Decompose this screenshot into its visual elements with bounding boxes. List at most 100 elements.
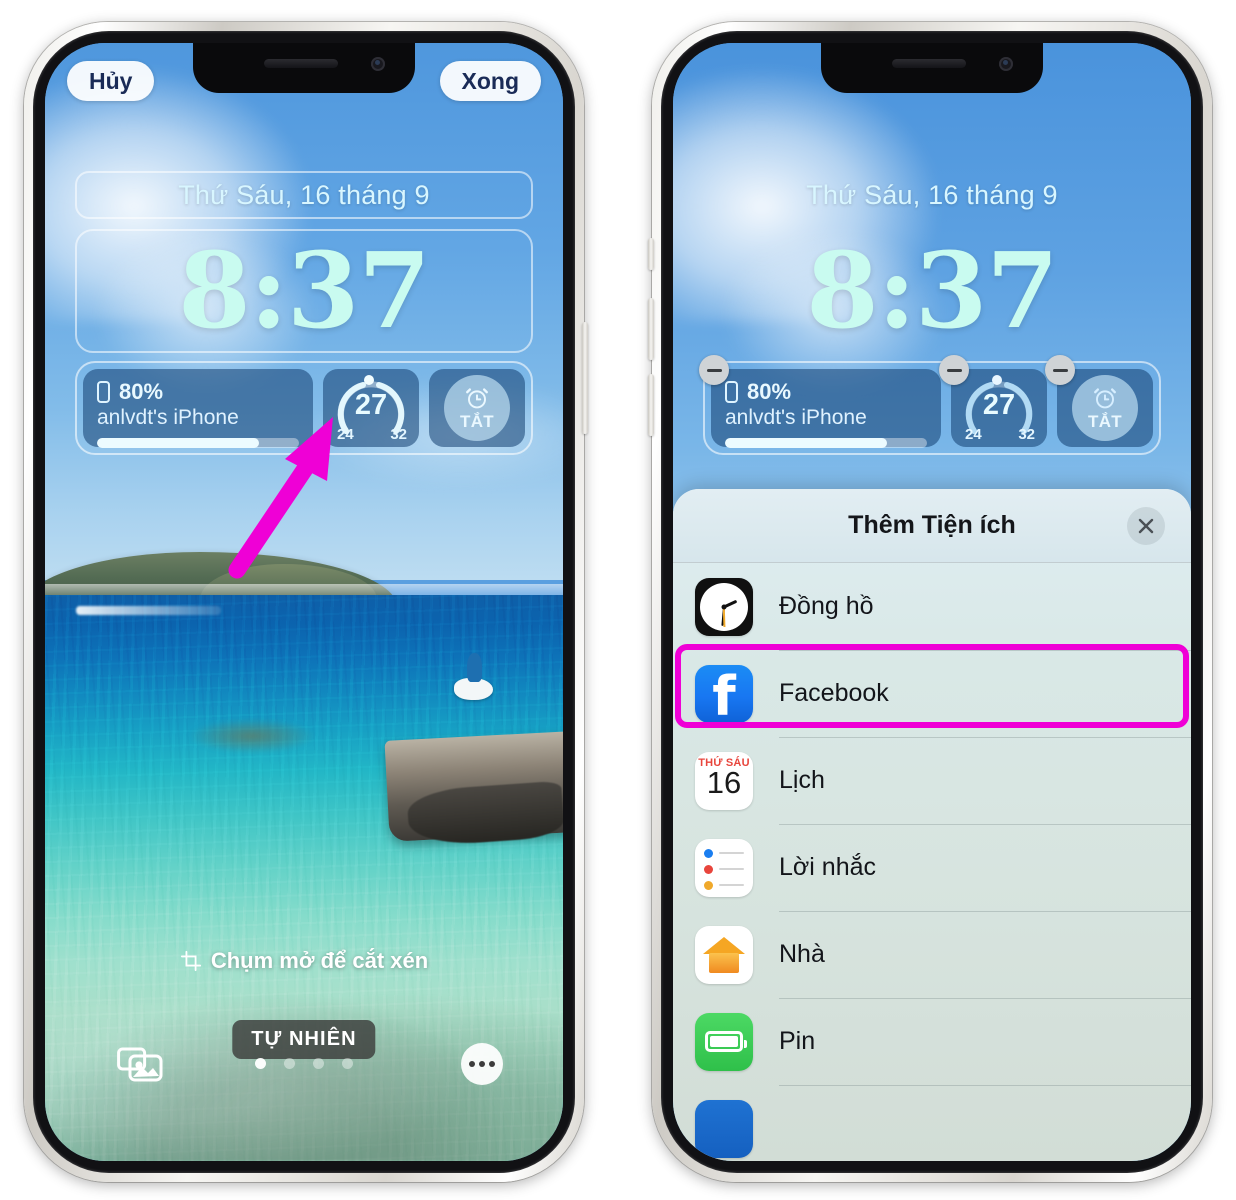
calendar-day: 16 [706, 764, 742, 800]
app-label: Pin [779, 1027, 816, 1055]
weather-widget[interactable]: 27 24 32 [323, 369, 419, 447]
weather-high-temp: 32 [1018, 426, 1035, 443]
earpiece-speaker [892, 59, 967, 68]
notch-right [821, 43, 1043, 93]
clock-time: 8:37 [806, 229, 1058, 352]
photo-library-icon[interactable] [117, 1043, 163, 1088]
app-row-home[interactable]: Nhà [673, 911, 1191, 998]
front-camera-icon [371, 57, 385, 71]
power-button-left[interactable] [582, 322, 588, 434]
battery-widget[interactable]: 80% anlvdt's iPhone [83, 369, 313, 448]
widget-row-slot[interactable]: 80% anlvdt's iPhone 27 24 32 TẮT [699, 355, 1161, 455]
date-text: Thứ Sáu, 16 tháng 9 [178, 179, 430, 210]
sheet-title: Thêm Tiện ích [848, 511, 1016, 539]
battery-bar-fill [725, 438, 887, 448]
app-row-partial[interactable] [673, 1085, 1191, 1161]
notch-left [193, 43, 415, 93]
app-row-clock[interactable]: Đồng hồ [673, 563, 1191, 650]
widget-app-list[interactable]: Đồng hồ f Facebook THỨ SÁU 16 Lịch Lời n… [673, 563, 1191, 1161]
weather-current-temp: 27 [982, 389, 1016, 421]
page-dot[interactable] [255, 1058, 266, 1069]
add-widget-sheet: Thêm Tiện ích Đồng hồ f Facebook THỨ SÁU… [673, 489, 1191, 1161]
alarm-status: TẮT [460, 411, 494, 431]
alarm-widget-circle: TẮT [444, 375, 510, 441]
row-divider [779, 998, 1191, 999]
screen-left: Hủy Xong Thứ Sáu, 16 tháng 9 8:37 80% an… [45, 43, 563, 1161]
page-dot[interactable] [342, 1058, 353, 1069]
app-row-reminders[interactable]: Lời nhắc [673, 824, 1191, 911]
weather-current-temp: 27 [354, 389, 388, 421]
alarm-widget[interactable]: TẮT [1045, 355, 1153, 447]
alarm-clock-icon [1094, 387, 1116, 408]
reminders-app-icon [695, 838, 753, 897]
close-icon[interactable] [1127, 506, 1165, 545]
battery-widget-header: 80% [725, 379, 927, 405]
crop-icon [180, 950, 201, 972]
app-label: Đồng hồ [779, 592, 874, 620]
temperature-gauge-icon: 27 24 32 [333, 375, 409, 443]
phone-right: Thứ Sáu, 16 tháng 9 8:37 80% anlvdt's iP… [648, 22, 1212, 1182]
clock-app-icon [695, 577, 753, 636]
weather-high-temp: 32 [390, 426, 407, 443]
more-dot [479, 1061, 485, 1067]
date-widget-slot[interactable]: Thứ Sáu, 16 tháng 9 [703, 171, 1161, 219]
weather-low-temp: 24 [965, 426, 982, 443]
front-camera-icon [999, 57, 1013, 71]
done-button[interactable]: Xong [439, 61, 541, 101]
cancel-button[interactable]: Hủy [67, 61, 155, 101]
phone-left: Hủy Xong Thứ Sáu, 16 tháng 9 8:37 80% an… [24, 22, 588, 1182]
remove-alarm-widget-button[interactable] [1045, 355, 1075, 385]
battery-app-icon [695, 1012, 753, 1071]
app-row-calendar[interactable]: THỨ SÁU 16 Lịch [673, 737, 1191, 824]
row-divider [779, 911, 1191, 912]
alarm-widget[interactable]: TẮT [429, 369, 525, 447]
app-label: Nhà [779, 940, 825, 968]
temperature-gauge-icon: 27 24 32 [961, 375, 1037, 443]
crop-hint-text: Chụm mở để cắt xén [210, 948, 429, 973]
clock-widget-slot[interactable]: 8:37 [75, 229, 533, 353]
battery-percent: 80% [747, 379, 792, 404]
battery-widget[interactable]: 80% anlvdt's iPhone [699, 355, 941, 448]
row-divider [779, 824, 1191, 825]
more-dot [489, 1061, 495, 1067]
app-row-battery[interactable]: Pin [673, 998, 1191, 1085]
partial-app-icon [695, 1099, 753, 1158]
battery-percent: 80% [119, 379, 164, 404]
weather-widget[interactable]: 27 24 32 [939, 355, 1047, 447]
remove-weather-widget-button[interactable] [939, 355, 969, 385]
volume-down-button[interactable] [648, 374, 654, 436]
calendar-app-icon: THỨ SÁU 16 [695, 751, 753, 810]
app-label: Lời nhắc [779, 853, 877, 881]
battery-bar-fill [97, 438, 259, 448]
row-divider [779, 737, 1191, 738]
page-dot[interactable] [284, 1058, 295, 1069]
remove-battery-widget-button[interactable] [699, 355, 729, 385]
clock-time: 8:37 [178, 229, 430, 352]
earpiece-speaker [264, 59, 339, 68]
date-text: Thứ Sáu, 16 tháng 9 [806, 179, 1058, 210]
alarm-widget-circle: TẮT [1072, 375, 1138, 441]
sheet-header: Thêm Tiện ích [673, 489, 1191, 563]
crop-hint: Chụm mở để cắt xén [45, 948, 563, 974]
battery-device-name: anlvdt's iPhone [97, 406, 239, 429]
home-app-icon [695, 925, 753, 984]
phone-battery-icon [97, 381, 110, 403]
more-options-button[interactable] [461, 1043, 503, 1085]
more-dot [469, 1061, 475, 1067]
app-label: Lịch [779, 766, 825, 794]
page-dot[interactable] [313, 1058, 324, 1069]
alarm-status: TẮT [1088, 411, 1122, 431]
wallpaper-style-badge[interactable]: TỰ NHIÊN [232, 1020, 376, 1059]
clock-widget-slot[interactable]: 8:37 [703, 229, 1161, 353]
widget-row-slot[interactable]: 80% anlvdt's iPhone 27 24 32 TẮT [75, 361, 533, 455]
weather-low-temp: 24 [337, 426, 354, 443]
wallpaper-page-dots[interactable] [255, 1058, 353, 1069]
date-widget-slot[interactable]: Thứ Sáu, 16 tháng 9 [75, 171, 533, 219]
screen-right: Thứ Sáu, 16 tháng 9 8:37 80% anlvdt's iP… [673, 43, 1191, 1161]
phone-battery-icon [725, 381, 738, 403]
tutorial-screenshot: Hủy Xong Thứ Sáu, 16 tháng 9 8:37 80% an… [0, 0, 1236, 1200]
facebook-app-icon: f [695, 664, 753, 723]
app-row-facebook[interactable]: f Facebook [673, 644, 1191, 737]
volume-up-button[interactable] [648, 298, 654, 360]
silent-switch[interactable] [648, 238, 654, 270]
